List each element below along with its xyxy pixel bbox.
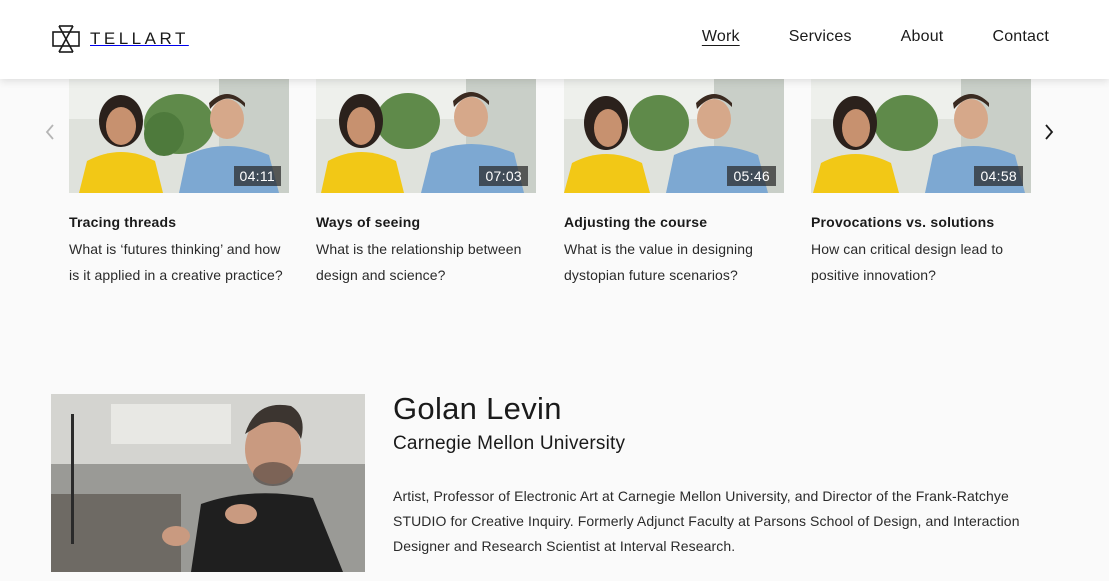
person-photo: [51, 394, 365, 572]
person-bio: Artist, Professor of Electronic Art at C…: [393, 488, 1020, 554]
video-card[interactable]: 04:58 Provocations vs. solutions How can…: [811, 79, 1031, 288]
chevron-left-icon[interactable]: [43, 122, 57, 142]
person-portrait-image: [51, 394, 365, 572]
video-description: What is the relationship between design …: [316, 241, 522, 283]
video-title[interactable]: Provocations vs. solutions: [811, 214, 1031, 230]
nav-item-about[interactable]: About: [901, 28, 944, 46]
site-header: TELLART Work Services About Contact: [0, 0, 1109, 79]
brand-name: TELLART: [90, 29, 189, 48]
video-duration: 04:58: [974, 166, 1023, 186]
video-thumbnail[interactable]: 04:58: [811, 79, 1031, 193]
person-name: Golan Levin: [393, 391, 562, 426]
video-description: What is the value in designing dystopian…: [564, 241, 753, 283]
video-carousel: 04:11 Tracing threads What is ‘futures t…: [0, 79, 1109, 319]
video-duration: 07:03: [479, 166, 528, 186]
video-description: How can critical design lead to positive…: [811, 241, 1004, 283]
video-duration: 05:46: [727, 166, 776, 186]
video-title[interactable]: Tracing threads: [69, 214, 289, 230]
video-title[interactable]: Ways of seeing: [316, 214, 536, 230]
video-card[interactable]: 07:03 Ways of seeing What is the relatio…: [316, 79, 536, 288]
video-title[interactable]: Adjusting the course: [564, 214, 784, 230]
person-organization: Carnegie Mellon University: [393, 433, 626, 454]
video-duration: 04:11: [233, 166, 281, 186]
main-nav: Work Services About Contact: [702, 28, 1049, 46]
nav-item-contact[interactable]: Contact: [992, 28, 1049, 46]
video-thumbnail[interactable]: 04:11: [69, 79, 289, 193]
video-card[interactable]: 04:11 Tracing threads What is ‘futures t…: [69, 79, 289, 288]
nav-item-work[interactable]: Work: [702, 28, 740, 46]
video-thumbnail[interactable]: 07:03: [316, 79, 536, 193]
video-thumbnail[interactable]: 05:46: [564, 79, 784, 193]
video-card[interactable]: 05:46 Adjusting the course What is the v…: [564, 79, 784, 288]
nav-item-services[interactable]: Services: [789, 28, 852, 46]
video-description: What is ‘futures thinking’ and how is it…: [69, 241, 283, 283]
logo-link[interactable]: TELLART: [51, 23, 189, 55]
chevron-right-icon[interactable]: [1042, 122, 1056, 142]
tellart-logo-icon: [52, 25, 80, 53]
